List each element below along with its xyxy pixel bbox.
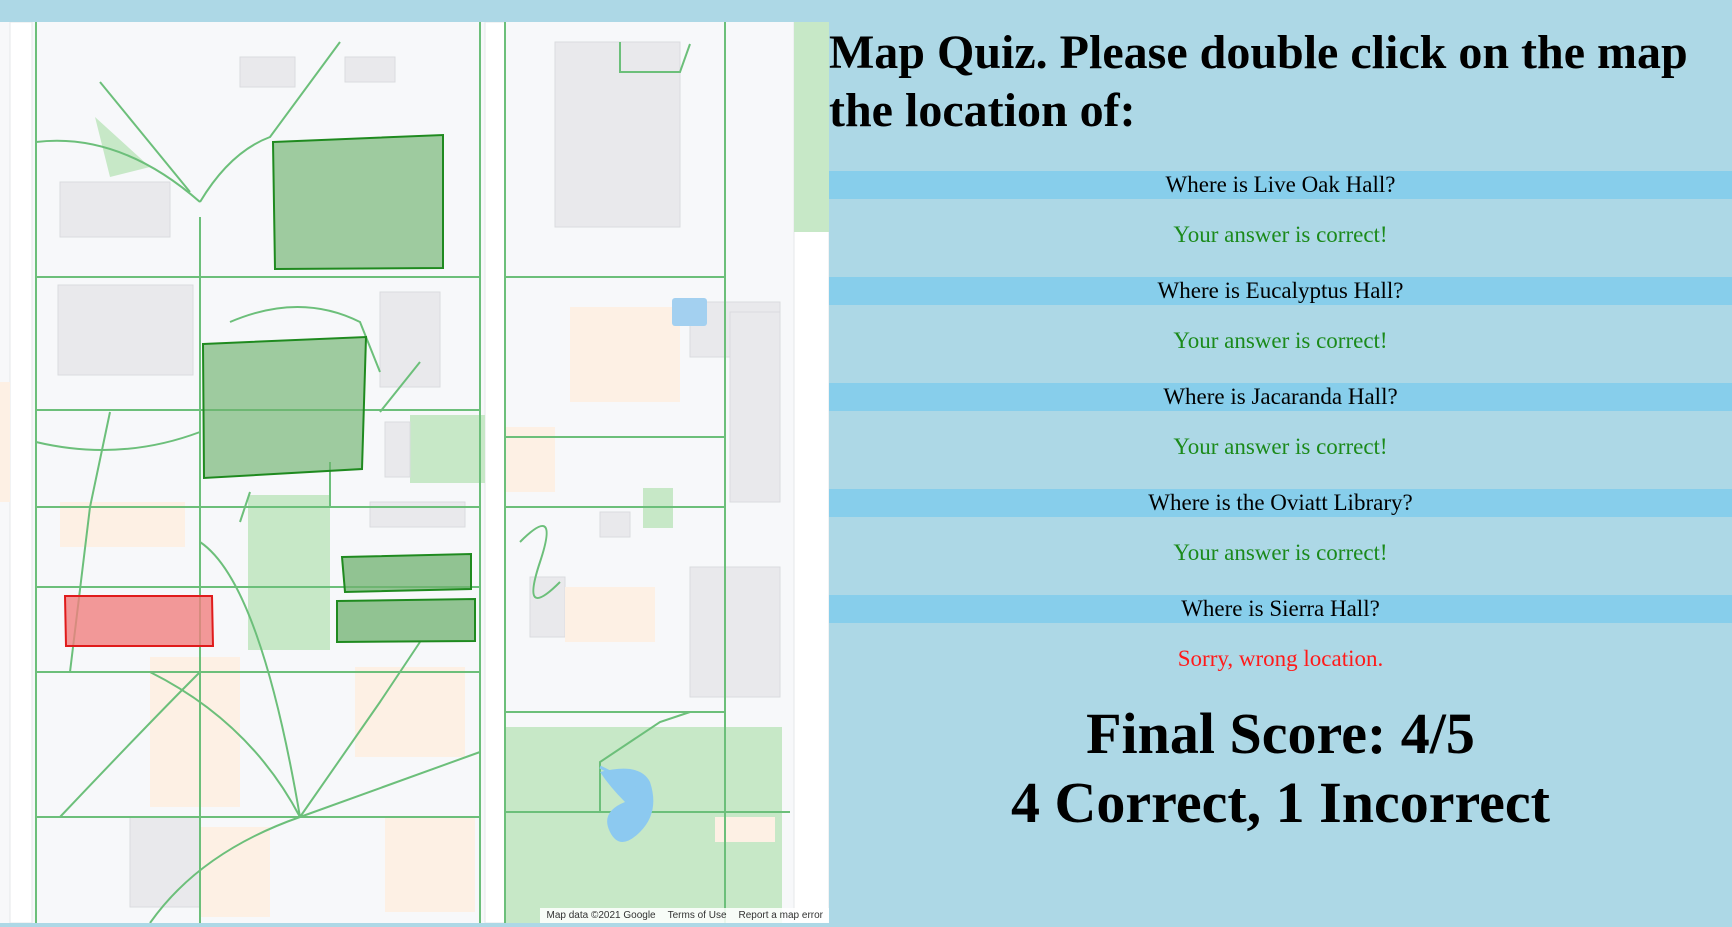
campus-map[interactable]: Map data ©2021 Google Terms of Use Repor…: [0, 22, 829, 923]
feedback-live-oak: Your answer is correct!: [1173, 222, 1388, 247]
score-summary: 4 Correct, 1 Incorrect: [1011, 770, 1550, 835]
correct-area-jacaranda: [340, 552, 472, 594]
map-canvas[interactable]: [0, 22, 829, 923]
quiz-item: Where is Sierra Hall? Sorry, wrong locat…: [829, 595, 1732, 673]
report-map-error-link[interactable]: Report a map error: [739, 910, 823, 921]
wrong-area-sierra: [63, 595, 215, 647]
final-score: Final Score: 4/5: [1086, 701, 1475, 766]
question-sierra: Where is Sierra Hall?: [829, 595, 1732, 623]
terms-of-use-link[interactable]: Terms of Use: [668, 910, 727, 921]
correct-area-live-oak: [271, 133, 444, 271]
feedback-eucalyptus: Your answer is correct!: [1173, 328, 1388, 353]
feedback-sierra: Sorry, wrong location.: [1177, 646, 1384, 671]
question-eucalyptus: Where is Eucalyptus Hall?: [829, 277, 1732, 305]
quiz-item: Where is Eucalyptus Hall? Your answer is…: [829, 277, 1732, 355]
question-oviatt: Where is the Oviatt Library?: [829, 489, 1732, 517]
quiz-item: Where is the Oviatt Library? Your answer…: [829, 489, 1732, 567]
question-live-oak: Where is Live Oak Hall?: [829, 171, 1732, 199]
map-attribution: Map data ©2021 Google: [546, 910, 656, 921]
feedback-jacaranda: Your answer is correct!: [1173, 434, 1388, 459]
quiz-heading: Map Quiz. Please double click on the map…: [829, 26, 1688, 137]
correct-area-eucalyptus: [201, 335, 368, 480]
feedback-oviatt: Your answer is correct!: [1173, 540, 1388, 565]
quiz-item: Where is Jacaranda Hall? Your answer is …: [829, 383, 1732, 461]
quiz-item: Where is Live Oak Hall? Your answer is c…: [829, 171, 1732, 249]
correct-area-oviatt: [336, 597, 476, 644]
question-jacaranda: Where is Jacaranda Hall?: [829, 383, 1732, 411]
quiz-panel: Map Quiz. Please double click on the map…: [829, 0, 1732, 927]
map-footer: Map data ©2021 Google Terms of Use Repor…: [540, 908, 829, 923]
